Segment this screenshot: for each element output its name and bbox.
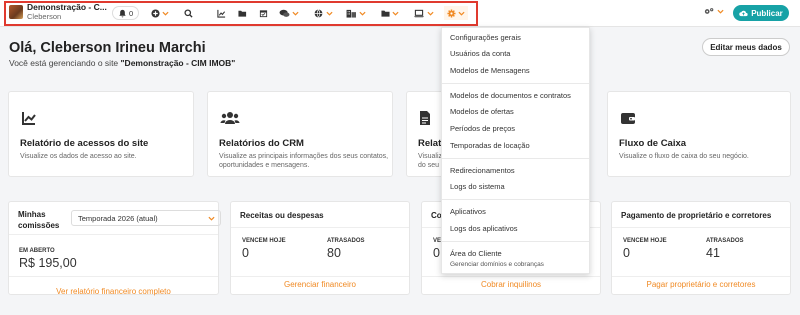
menu-item-client-area[interactable]: Área do Cliente bbox=[450, 249, 502, 258]
due-today-label: VENCEM HOJE bbox=[623, 238, 667, 244]
divider bbox=[422, 276, 600, 277]
commissions-panel: Minhas comissões Temporada 2026 (atual) … bbox=[8, 201, 221, 296]
menu-item-account-users[interactable]: Usuários da conta bbox=[450, 49, 510, 58]
menu-item-redirects[interactable]: Redirecionamentos bbox=[450, 166, 515, 175]
divider bbox=[231, 227, 409, 228]
card-title: Relat bbox=[418, 138, 442, 149]
charge-tenants-link[interactable]: Cobrar inquilinos bbox=[422, 280, 600, 289]
card-title: Fluxo de Caixa bbox=[619, 138, 687, 149]
publish-button[interactable]: Publicar bbox=[733, 5, 789, 21]
menu-item-apps[interactable]: Aplicativos bbox=[450, 207, 486, 216]
menu-divider bbox=[442, 158, 589, 159]
gears-icon bbox=[704, 8, 714, 14]
season-select[interactable]: Temporada 2026 (atual) bbox=[71, 210, 221, 226]
divider bbox=[9, 276, 218, 277]
crm-report-card[interactable]: Relatórios do CRM Visualize as principai… bbox=[207, 91, 393, 177]
page-title: Olá, Cleberson Irineu Marchi bbox=[9, 40, 206, 56]
divider bbox=[9, 234, 218, 235]
divider bbox=[612, 276, 790, 277]
panel-title: Receitas ou despesas bbox=[240, 211, 324, 220]
overdue-value: 41 bbox=[706, 246, 720, 260]
menu-item-general-settings[interactable]: Configurações gerais bbox=[450, 33, 521, 42]
cash-flow-card[interactable]: Fluxo de Caixa Visualize o fluxo de caix… bbox=[607, 91, 791, 177]
manage-financial-link[interactable]: Gerenciar financeiro bbox=[231, 280, 409, 289]
users-icon bbox=[220, 112, 240, 124]
due-today-value: 0 bbox=[623, 246, 630, 260]
settings-dropdown-menu: Configurações gerais Usuários da conta M… bbox=[441, 27, 590, 274]
financial-report-link[interactable]: Ver relatório financeiro completo bbox=[9, 287, 218, 296]
menu-item-message-templates[interactable]: Modelos de Mensagens bbox=[450, 66, 530, 75]
subtitle-prefix: Você está gerenciando o site bbox=[9, 58, 121, 68]
panel-title: Pagamento de proprietário e corretores bbox=[621, 211, 772, 220]
panel-title: Minhas comissões bbox=[18, 210, 60, 230]
financial-report-card[interactable]: Relat Visualiz do seu bbox=[406, 91, 446, 177]
menu-divider bbox=[442, 199, 589, 200]
page-subtitle: Você está gerenciando o site "Demonstraç… bbox=[9, 58, 235, 68]
menu-item-rental-seasons[interactable]: Temporadas de locação bbox=[450, 141, 530, 150]
overdue-value: 80 bbox=[327, 246, 341, 260]
card-description: Visualize o fluxo de caixa do seu negóci… bbox=[619, 153, 749, 160]
card-title: Relatórios do CRM bbox=[219, 138, 304, 149]
overdue-label: ATRASADOS bbox=[706, 238, 744, 244]
top-bar: Demonstração - C... Cleberson 0 Publicar bbox=[0, 0, 800, 27]
subtitle-site: "Demonstração - CIM IMOB" bbox=[120, 58, 236, 68]
card-description: Visualize as principais informações dos … bbox=[219, 153, 389, 169]
menu-divider bbox=[442, 83, 589, 84]
menu-item-app-logs[interactable]: Logs dos aplicativos bbox=[450, 224, 518, 233]
divider bbox=[612, 227, 790, 228]
edit-profile-button[interactable]: Editar meus dados bbox=[702, 38, 790, 56]
toolbar-highlight-box bbox=[4, 1, 478, 26]
chevron-down-icon bbox=[717, 9, 724, 14]
revenue-expenses-panel: Receitas ou despesas VENCEM HOJE 0 ATRAS… bbox=[230, 201, 410, 295]
cloud-upload-icon bbox=[739, 10, 748, 17]
card-description: Visualize os dados de acesso ao site. bbox=[20, 153, 137, 160]
pay-owners-link[interactable]: Pagar proprietário e corretores bbox=[612, 280, 790, 289]
chevron-down-icon bbox=[208, 216, 215, 221]
open-value: R$ 195,00 bbox=[19, 256, 77, 270]
menu-item-price-periods[interactable]: Períodos de preços bbox=[450, 124, 515, 133]
menu-item-document-templates[interactable]: Modelos de documentos e contratos bbox=[450, 91, 571, 100]
menu-item-system-logs[interactable]: Logs do sistema bbox=[450, 182, 505, 191]
open-label: EM ABERTO bbox=[19, 248, 55, 254]
overdue-label: ATRASADOS bbox=[327, 238, 365, 244]
document-icon bbox=[420, 111, 430, 125]
menu-item-offer-templates[interactable]: Modelos de ofertas bbox=[450, 107, 514, 116]
admin-tools-menu[interactable] bbox=[703, 7, 724, 16]
owner-payments-panel: Pagamento de proprietário e corretores V… bbox=[611, 201, 791, 295]
site-access-report-card[interactable]: Relatório de acessos do site Visualize o… bbox=[8, 91, 194, 177]
due-today-value: 0 bbox=[242, 246, 249, 260]
chart-line-icon bbox=[22, 112, 36, 125]
due-today-label: VENCEM HOJE bbox=[242, 238, 286, 244]
season-select-value: Temporada 2026 (atual) bbox=[78, 213, 158, 223]
client-area-subtitle: Gerenciar domínios e cobranças bbox=[450, 261, 544, 268]
menu-divider bbox=[442, 241, 589, 242]
divider bbox=[231, 276, 409, 277]
publish-label: Publicar bbox=[751, 8, 783, 18]
card-title: Relatório de acessos do site bbox=[20, 138, 149, 149]
due-today-value: 0 bbox=[433, 246, 440, 260]
wallet-icon bbox=[621, 113, 635, 124]
